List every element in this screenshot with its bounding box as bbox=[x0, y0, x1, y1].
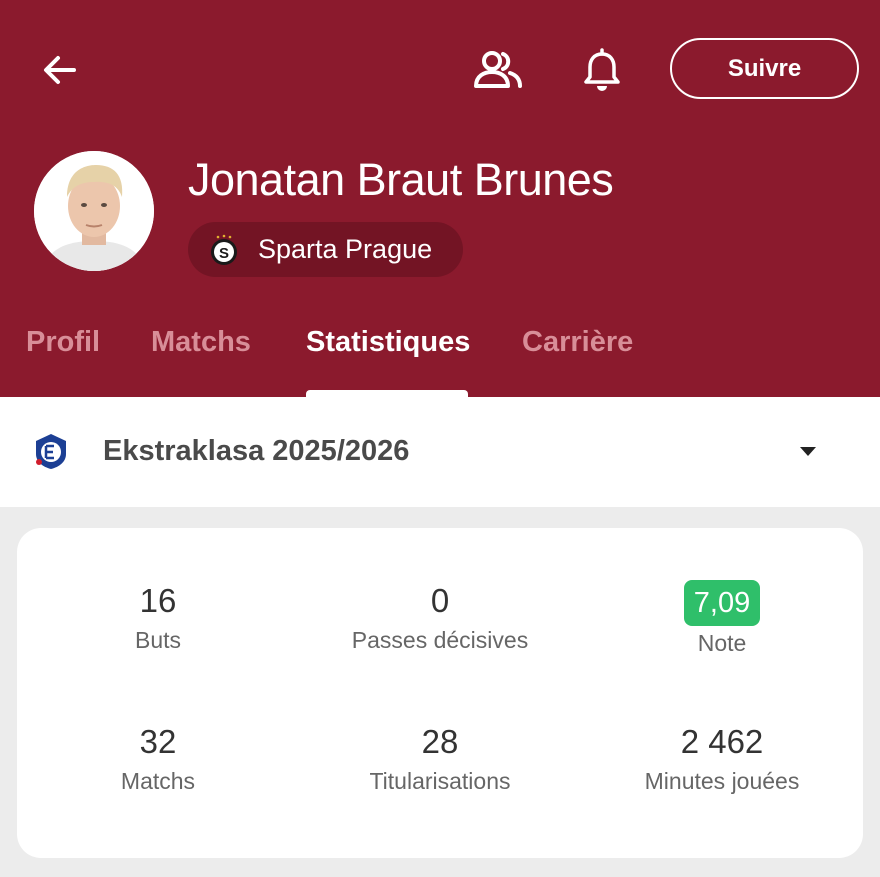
player-header: Suivre Jonatan Braut Brunes S Sparta Pra… bbox=[0, 0, 880, 397]
player-avatar bbox=[34, 151, 154, 271]
player-photo bbox=[34, 151, 154, 271]
stat-value: 0 bbox=[430, 582, 450, 619]
stat-matchs: 32 Matchs bbox=[28, 722, 288, 795]
stat-value: 32 bbox=[139, 723, 177, 760]
club-chip[interactable]: S Sparta Prague bbox=[188, 222, 463, 277]
stats-card: 16 Buts 0 Passes décisives 7,09 Note 32 … bbox=[17, 528, 863, 858]
tab-statistiques[interactable]: Statistiques bbox=[306, 326, 470, 359]
stat-label: Note bbox=[697, 630, 747, 656]
tab-carriere[interactable]: Carrière bbox=[522, 326, 633, 359]
stat-titularisations: 28 Titularisations bbox=[310, 722, 570, 795]
caret-down-icon bbox=[800, 447, 816, 456]
people-button[interactable] bbox=[468, 40, 528, 100]
ekstraklasa-logo-icon bbox=[36, 434, 66, 469]
stat-label: Minutes jouées bbox=[644, 768, 800, 794]
player-name: Jonatan Braut Brunes bbox=[188, 154, 614, 205]
svg-text:S: S bbox=[219, 245, 229, 262]
sparta-logo-icon: S bbox=[211, 234, 237, 265]
stat-value: 16 bbox=[139, 582, 177, 619]
bell-icon bbox=[584, 48, 620, 91]
stat-value: 28 bbox=[421, 723, 459, 760]
active-tab-indicator bbox=[306, 390, 468, 397]
stat-label: Passes décisives bbox=[351, 627, 529, 653]
league-name: Ekstraklasa 2025/2026 bbox=[103, 435, 410, 467]
league-selector[interactable]: Ekstraklasa 2025/2026 bbox=[0, 397, 880, 507]
stat-note: 7,09 Note bbox=[592, 578, 852, 657]
follow-button[interactable]: Suivre bbox=[670, 38, 859, 99]
club-name: Sparta Prague bbox=[258, 234, 433, 264]
back-arrow-icon bbox=[44, 56, 76, 84]
stat-minutes-jouees: 2 462 Minutes jouées bbox=[592, 722, 852, 795]
stat-label: Matchs bbox=[120, 768, 196, 794]
back-button[interactable] bbox=[34, 44, 86, 96]
tab-profil[interactable]: Profil bbox=[26, 326, 100, 359]
tab-matchs[interactable]: Matchs bbox=[151, 326, 251, 359]
rating-badge: 7,09 bbox=[683, 580, 761, 626]
notifications-button[interactable] bbox=[572, 40, 632, 100]
stat-value: 2 462 bbox=[680, 723, 764, 760]
people-icon bbox=[474, 51, 522, 88]
stat-buts: 16 Buts bbox=[28, 581, 288, 654]
stat-label: Buts bbox=[134, 627, 182, 653]
stat-passes-decisives: 0 Passes décisives bbox=[310, 581, 570, 654]
stat-label: Titularisations bbox=[369, 768, 511, 794]
